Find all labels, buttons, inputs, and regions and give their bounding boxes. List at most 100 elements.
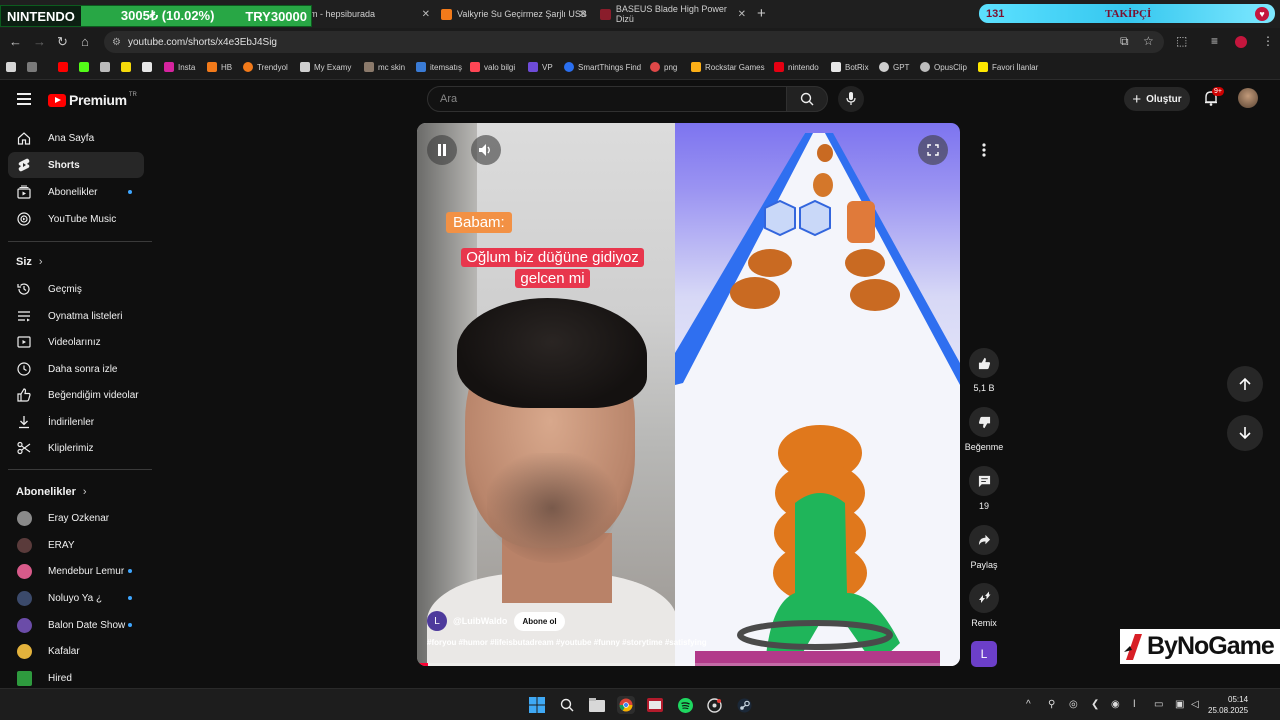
- sidebar-item-shorts[interactable]: Shorts: [8, 152, 144, 178]
- forward-arrow-icon[interactable]: →: [33, 34, 46, 49]
- keyboard-icon[interactable]: ▭: [1154, 699, 1163, 710]
- subscribe-button[interactable]: Abone ol: [514, 611, 565, 631]
- sidebar-item-clips[interactable]: Kliplerimiz: [8, 435, 144, 461]
- system-clock[interactable]: 05:14 25.08.2025: [1208, 694, 1248, 716]
- bookmark-favori-ilanlar[interactable]: Favori İlanlar: [978, 62, 1038, 72]
- install-app-icon[interactable]: ⧉: [1120, 34, 1129, 49]
- comments-button[interactable]: 19: [963, 466, 1005, 511]
- close-tab-icon[interactable]: ✕: [738, 9, 746, 20]
- apps-icon[interactable]: [6, 62, 20, 72]
- close-tab-icon[interactable]: ✕: [579, 9, 587, 20]
- browser-tab[interactable]: em - hepsiburada ✕: [305, 4, 430, 24]
- channel-name[interactable]: @LuibWaldo: [453, 616, 507, 626]
- original-sound-avatar[interactable]: L: [971, 641, 997, 667]
- bookmark-trendyol[interactable]: Trendyol: [243, 62, 288, 72]
- sidebar-subscription-item[interactable]: Noluyo Ya ¿: [8, 585, 144, 611]
- steam-icon[interactable]: [735, 696, 753, 714]
- bookmark-botrix[interactable]: BotRix: [831, 62, 869, 72]
- sidebar-you-header[interactable]: Siz ›: [16, 256, 43, 268]
- sidebar-subscriptions-header[interactable]: Abonelikler ›: [16, 486, 87, 498]
- youtube-premium-logo[interactable]: Premium TR: [48, 92, 137, 108]
- home-icon[interactable]: ⌂: [81, 34, 89, 49]
- sidebar-item-home[interactable]: Ana Sayfa: [8, 125, 144, 151]
- file-explorer-icon[interactable]: [588, 696, 606, 714]
- sidebar-subscription-item[interactable]: Eray Ozkenar: [8, 505, 144, 531]
- search-input[interactable]: Ara: [427, 86, 787, 112]
- url-field[interactable]: ⚙ youtube.com/shorts/x4e3EbJ4Sig: [104, 31, 1164, 53]
- sidebar-item-youtube-music[interactable]: YouTube Music: [8, 206, 144, 232]
- previous-short-button[interactable]: [1227, 366, 1263, 402]
- spotify-icon[interactable]: [676, 696, 694, 714]
- grid-icon[interactable]: [27, 62, 41, 72]
- tray-app-icon[interactable]: ◎: [1069, 699, 1078, 710]
- bookmark-opusclip[interactable]: OpusClip: [920, 62, 967, 72]
- bookmark-vp[interactable]: VP: [528, 62, 553, 72]
- back-arrow-icon[interactable]: ←: [9, 34, 22, 49]
- shorts-player[interactable]: Babam: Oğlum biz düğüne gidiyoz gelcen m…: [417, 123, 960, 666]
- account-avatar[interactable]: [1238, 88, 1258, 108]
- close-tab-icon[interactable]: ✕: [422, 9, 430, 20]
- sidebar-item-watch-later[interactable]: Daha sonra izle: [8, 356, 144, 382]
- sidebar-subscription-item[interactable]: Balon Date Show: [8, 612, 144, 638]
- profile-icon[interactable]: [1235, 36, 1247, 48]
- bookmark-insta[interactable]: Insta: [164, 62, 195, 72]
- sidebar-item-liked-videos[interactable]: Beğendiğim videolar: [8, 382, 144, 408]
- sidebar-item-your-videos[interactable]: Videolarınız: [8, 329, 144, 355]
- notifications-button[interactable]: 9+: [1204, 87, 1224, 111]
- browser-tab[interactable]: BASEUS Blade High Power Dizü ✕: [600, 4, 746, 24]
- site-info-icon[interactable]: ⚙: [112, 37, 121, 48]
- bookmark-star-icon[interactable]: ☆: [1143, 34, 1154, 48]
- short-hashtags[interactable]: #foryou #humor #lifeisbutadream #youtube…: [427, 638, 707, 647]
- sidebar-item-history[interactable]: Geçmiş: [8, 276, 144, 302]
- like-button[interactable]: 5,1 B: [963, 348, 1005, 393]
- youtube-bookmark-icon[interactable]: [58, 62, 72, 72]
- new-tab-button[interactable]: +: [757, 5, 766, 22]
- bookmark-icon[interactable]: [100, 62, 114, 72]
- network-icon[interactable]: ▣: [1175, 699, 1184, 710]
- tray-app-icon[interactable]: ⚲: [1048, 699, 1055, 710]
- bookmark-rockstar-games[interactable]: Rockstar Games: [691, 62, 765, 72]
- tray-app-icon[interactable]: ◉: [1111, 699, 1120, 710]
- bookmark-icon[interactable]: [121, 62, 135, 72]
- sidebar-subscription-item[interactable]: Mendebur Lemur: [8, 558, 144, 584]
- create-button[interactable]: + Oluştur: [1124, 87, 1190, 111]
- sidebar-item-playlists[interactable]: Oynatma listeleri: [8, 303, 144, 329]
- browser-tab[interactable]: Valkyrie Su Geçirmez Şarjlı USB ✕: [441, 4, 587, 24]
- share-button[interactable]: Paylaş: [963, 525, 1005, 570]
- search-button[interactable]: [786, 86, 828, 112]
- bookmark-itemsatis[interactable]: itemsatış: [416, 62, 462, 72]
- windows-start-icon[interactable]: [528, 696, 546, 714]
- extensions-icon[interactable]: ⬚: [1176, 34, 1187, 48]
- sidebar-item-subscriptions[interactable]: Abonelikler: [8, 179, 144, 205]
- dislike-button[interactable]: Beğenme: [963, 407, 1005, 452]
- search-icon[interactable]: [558, 696, 576, 714]
- fullscreen-button[interactable]: [918, 135, 948, 165]
- voice-search-button[interactable]: [838, 86, 864, 112]
- more-options-button[interactable]: [973, 138, 995, 162]
- sidebar-subscription-item[interactable]: ERAY: [8, 532, 144, 558]
- kick-bookmark-icon[interactable]: [79, 62, 93, 72]
- bookmark-nintendo[interactable]: nintendo: [774, 62, 819, 72]
- volume-button[interactable]: [471, 135, 501, 165]
- media-controls-icon[interactable]: ≡: [1211, 34, 1218, 48]
- menu-icon[interactable]: [17, 93, 31, 105]
- playback-progress-bar[interactable]: [417, 663, 960, 666]
- bookmark-smartthings-find[interactable]: SmartThings Find: [564, 62, 641, 72]
- pause-button[interactable]: [427, 135, 457, 165]
- chevron-up-icon[interactable]: ^: [1026, 699, 1031, 710]
- x-bookmark-icon[interactable]: [142, 62, 156, 72]
- sidebar-item-downloads[interactable]: İndirilenler: [8, 409, 144, 435]
- bookmark-png[interactable]: png: [650, 62, 677, 72]
- microphone-icon[interactable]: ǀ: [1133, 699, 1136, 710]
- reload-icon[interactable]: ↻: [57, 34, 68, 50]
- app-icon[interactable]: [646, 696, 664, 714]
- bookmark-mc-skin[interactable]: mc skin: [364, 62, 405, 72]
- bookmark-hb[interactable]: HB: [207, 62, 232, 72]
- browser-menu-icon[interactable]: ⋮: [1262, 34, 1274, 48]
- chrome-icon[interactable]: [617, 696, 635, 714]
- bookmark-my-examy[interactable]: My Examy: [300, 62, 351, 72]
- bookmark-valo-bilgi[interactable]: valo bilgi: [470, 62, 515, 72]
- tray-app-icon[interactable]: ❮: [1091, 699, 1099, 710]
- volume-icon[interactable]: ◁: [1191, 699, 1199, 710]
- app-icon[interactable]: [705, 696, 723, 714]
